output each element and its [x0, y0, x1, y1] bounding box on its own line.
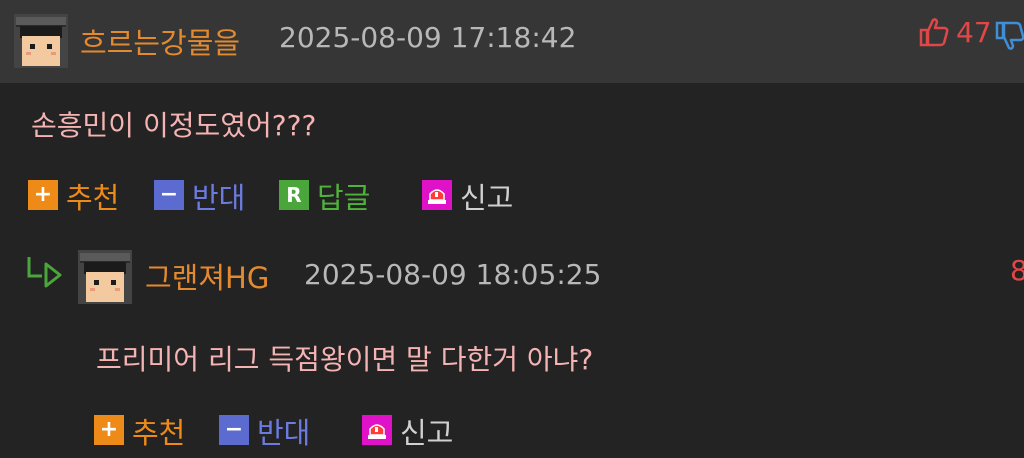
comment-header: 흐르는강물을 2025-08-09 17:18:42 47: [0, 0, 1024, 83]
report-label: 신고: [400, 416, 454, 450]
oppose-button[interactable]: − 반대: [154, 178, 264, 215]
reply-oppose-button[interactable]: − 반대: [219, 413, 329, 450]
siren-icon-box: [422, 180, 452, 210]
reply-arrow-icon: [27, 257, 62, 288]
reply-avatar[interactable]: [78, 250, 132, 304]
minus-icon: −: [219, 415, 249, 445]
oppose-label: 반대: [192, 181, 246, 215]
report-label: 신고: [460, 181, 514, 215]
report-button[interactable]: 신고: [422, 178, 532, 215]
reply-body: 프리미어 리그 득점왕이면 말 다한거 아냐?: [96, 343, 594, 376]
reply-recommend-button[interactable]: + 추천: [94, 413, 204, 450]
thumbs-up-icon[interactable]: [918, 16, 950, 48]
recommend-label: 추천: [66, 181, 120, 215]
comment-body: 손흥민이 이정도였어???: [31, 109, 317, 142]
minus-icon: −: [154, 180, 184, 210]
reply-author-nickname[interactable]: 그랜져HG: [145, 255, 269, 297]
siren-icon: [368, 424, 386, 439]
oppose-label: 반대: [257, 416, 311, 450]
author-nickname[interactable]: 흐르는강물을: [80, 20, 240, 62]
avatar[interactable]: [14, 14, 68, 68]
siren-icon: [428, 189, 446, 204]
siren-icon-box: [362, 415, 392, 445]
reply-timestamp: 2025-08-09 18:05:25: [304, 258, 602, 291]
reply-report-button[interactable]: 신고: [362, 413, 472, 450]
comment-timestamp: 2025-08-09 17:18:42: [279, 21, 577, 54]
plus-icon: +: [94, 415, 124, 445]
reply-label: 답글: [317, 181, 371, 215]
recommend-button[interactable]: + 추천: [28, 178, 138, 215]
reply-upvote-count: 8: [1010, 254, 1024, 287]
thumbs-down-icon[interactable]: [994, 20, 1024, 52]
reply-button[interactable]: R 답글: [279, 178, 389, 215]
comment-thread: 흐르는강물을 2025-08-09 17:18:42 47 손흥민이 이정도였어…: [0, 0, 1024, 458]
upvote-count: 47: [956, 16, 992, 49]
reply-icon: R: [279, 180, 309, 210]
recommend-label: 추천: [132, 416, 186, 450]
plus-icon: +: [28, 180, 58, 210]
